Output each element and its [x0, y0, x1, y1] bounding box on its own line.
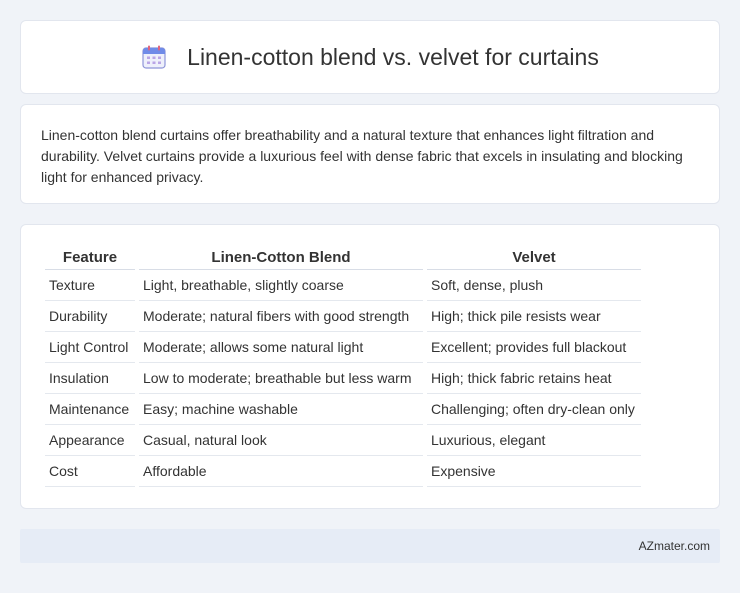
comparison-card: Feature Linen-Cotton Blend Velvet Textur… — [20, 224, 720, 509]
header-linen-cotton: Linen-Cotton Blend — [139, 245, 423, 270]
row-linen-value: Moderate; allows some natural light — [139, 332, 423, 363]
row-linen-value: Casual, natural look — [139, 425, 423, 456]
description-card: Linen-cotton blend curtains offer breath… — [20, 104, 720, 204]
header-velvet: Velvet — [427, 245, 641, 270]
calendar-icon — [141, 44, 167, 70]
description-text: Linen-cotton blend curtains offer breath… — [41, 127, 683, 185]
row-feature: Texture — [45, 270, 135, 301]
table-header-row: Feature Linen-Cotton Blend Velvet — [45, 245, 641, 270]
row-linen-value: Low to moderate; breathable but less war… — [139, 363, 423, 394]
page-title: Linen-cotton blend vs. velvet for curtai… — [187, 43, 599, 70]
footer: AZmater.com — [20, 529, 720, 563]
row-velvet-value: Excellent; provides full blackout — [427, 332, 641, 363]
row-linen-value: Moderate; natural fibers with good stren… — [139, 301, 423, 332]
table-row: Maintenance Easy; machine washable Chall… — [45, 394, 641, 425]
row-feature: Durability — [45, 301, 135, 332]
title-card: Linen-cotton blend vs. velvet for curtai… — [20, 20, 720, 94]
header-feature: Feature — [45, 245, 135, 270]
row-feature: Light Control — [45, 332, 135, 363]
row-linen-value: Easy; machine washable — [139, 394, 423, 425]
row-feature: Appearance — [45, 425, 135, 456]
row-velvet-value: Expensive — [427, 456, 641, 487]
row-feature: Cost — [45, 456, 135, 487]
row-velvet-value: High; thick pile resists wear — [427, 301, 641, 332]
row-feature: Maintenance — [45, 394, 135, 425]
row-feature: Insulation — [45, 363, 135, 394]
row-velvet-value: Soft, dense, plush — [427, 270, 641, 301]
table-row: Appearance Casual, natural look Luxuriou… — [45, 425, 641, 456]
row-velvet-value: High; thick fabric retains heat — [427, 363, 641, 394]
table-row: Texture Light, breathable, slightly coar… — [45, 270, 641, 301]
table-row: Light Control Moderate; allows some natu… — [45, 332, 641, 363]
table-row: Durability Moderate; natural fibers with… — [45, 301, 641, 332]
row-linen-value: Light, breathable, slightly coarse — [139, 270, 423, 301]
table-row: Cost Affordable Expensive — [45, 456, 641, 487]
table-row: Insulation Low to moderate; breathable b… — [45, 363, 641, 394]
source-label: AZmater.com — [638, 539, 710, 553]
row-velvet-value: Luxurious, elegant — [427, 425, 641, 456]
row-linen-value: Affordable — [139, 456, 423, 487]
comparison-table: Feature Linen-Cotton Blend Velvet Textur… — [41, 245, 645, 487]
row-velvet-value: Challenging; often dry-clean only — [427, 394, 641, 425]
